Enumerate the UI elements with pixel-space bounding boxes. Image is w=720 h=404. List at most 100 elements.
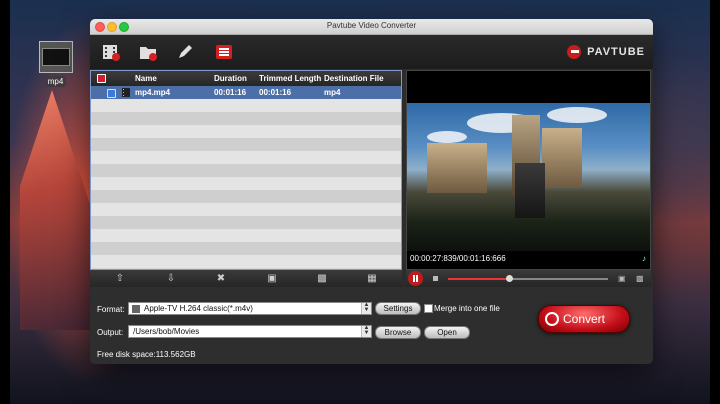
desktop-file-label: mp4	[44, 76, 67, 87]
row-name: mp4.mp4	[135, 88, 171, 97]
empty-row	[91, 242, 401, 255]
video-frame	[407, 103, 650, 251]
close-icon: ✖	[216, 273, 226, 284]
table-row[interactable]: mp4.mp4 00:01:16 00:01:16 mp4	[91, 86, 401, 99]
file-list-toolbar: ⇧ ⇩ ✖ ▣ ▩ ▦	[90, 270, 402, 287]
merge-button[interactable]: ▦	[365, 272, 379, 285]
column-header-duration[interactable]: Duration	[214, 74, 247, 83]
empty-row	[91, 138, 401, 151]
cloud	[427, 131, 467, 143]
stop-button[interactable]	[433, 276, 438, 281]
empty-row	[91, 203, 401, 216]
brand-name: PAVTUBE	[587, 46, 645, 58]
seek-progress	[448, 278, 509, 280]
row-trimmed-length: 00:01:16	[259, 88, 292, 97]
subtitle-button[interactable]: ▩	[315, 272, 329, 285]
desktop-file-icon[interactable]: mp4	[37, 41, 74, 97]
folder-icon: ▩	[636, 274, 644, 283]
mountain-art	[20, 90, 100, 330]
grid-icon: ▦	[367, 273, 377, 284]
preview-pane: 00:00:27:839/00:01:16:666 ♪	[406, 70, 651, 270]
camera-icon: ▣	[618, 274, 626, 283]
monument	[515, 163, 545, 218]
pause-button[interactable]	[408, 271, 423, 286]
row-destination: mp4	[324, 88, 341, 97]
seek-handle[interactable]	[505, 275, 513, 282]
edit-button[interactable]	[174, 41, 196, 63]
move-up-button[interactable]: ⇧	[113, 272, 127, 285]
app-window: Pavtube Video Converter PAVTUBE Name Dur…	[90, 19, 653, 364]
film-add-icon	[103, 45, 120, 61]
output-settings-panel: Format: Apple-TV H.264 classic(*.m4v) ▲ ▼…	[90, 287, 653, 364]
cloud	[547, 107, 607, 123]
snapshot-button[interactable]: ▣	[618, 274, 628, 283]
column-header-name[interactable]: Name	[135, 74, 157, 83]
empty-row	[91, 112, 401, 125]
empty-row	[91, 99, 401, 112]
task-list-button[interactable]	[213, 41, 235, 63]
pencil-icon	[179, 45, 192, 58]
output-path-field[interactable]: /Users/bob/Movies ▲ ▼	[128, 325, 372, 338]
format-value: Apple-TV H.264 classic(*.m4v)	[144, 304, 253, 313]
merge-label: Merge into one file	[434, 304, 500, 313]
empty-row	[91, 125, 401, 138]
output-label: Output:	[97, 328, 124, 337]
select-arrows-icon: ▲ ▼	[361, 302, 371, 314]
open-folder-button[interactable]: ▩	[636, 274, 646, 283]
letterbox-left	[0, 0, 10, 404]
column-header-trimmed-length[interactable]: Trimmed Length	[259, 74, 321, 83]
format-label: Format:	[97, 305, 125, 314]
pavtube-logo-icon	[567, 45, 582, 59]
trash-icon: ▣	[267, 273, 277, 284]
remove-button[interactable]: ✖	[214, 272, 228, 285]
comment-icon: ▩	[317, 273, 327, 284]
output-path-value: /Users/bob/Movies	[133, 327, 200, 336]
empty-row	[91, 164, 401, 177]
empty-row	[91, 229, 401, 242]
open-button[interactable]: Open	[424, 326, 470, 339]
convert-label: Convert	[562, 312, 606, 326]
row-duration: 00:01:16	[214, 88, 247, 97]
delete-button[interactable]: ▣	[265, 272, 279, 285]
seek-slider[interactable]	[448, 275, 608, 282]
folder-add-icon	[140, 47, 157, 61]
add-video-button[interactable]	[100, 41, 122, 63]
column-header-destination[interactable]: Destination File	[324, 74, 384, 83]
convert-icon	[545, 312, 559, 326]
playback-bar: ▣ ▩	[406, 270, 651, 287]
time-readout: 00:00:27:839/00:01:16:666	[410, 254, 506, 263]
load-folder-button[interactable]	[137, 41, 159, 63]
empty-row	[91, 151, 401, 164]
brand: PAVTUBE	[567, 45, 645, 59]
arrow-up-icon: ⇧	[115, 273, 125, 284]
building	[542, 128, 582, 188]
arrow-down-icon: ⇩	[166, 273, 176, 284]
settings-button[interactable]: Settings	[375, 302, 421, 315]
screen: mp4 Pavtube Video Converter PAVTUBE Name…	[0, 0, 720, 404]
format-select[interactable]: Apple-TV H.264 classic(*.m4v) ▲ ▼	[128, 302, 372, 315]
toolbar: PAVTUBE	[90, 35, 653, 69]
building	[427, 143, 487, 193]
apple-tv-icon	[132, 305, 140, 313]
free-disk-space: Free disk space:113.562GB	[97, 350, 196, 359]
convert-button[interactable]: Convert	[538, 305, 630, 333]
empty-row	[91, 216, 401, 229]
empty-row	[91, 190, 401, 203]
file-list-header: Name Duration Trimmed Length Destination…	[91, 71, 401, 86]
empty-row	[91, 177, 401, 190]
select-all-checkbox[interactable]	[97, 74, 106, 83]
browse-button[interactable]: Browse	[375, 326, 421, 339]
volume-icon[interactable]: ♪	[642, 254, 646, 263]
move-down-button[interactable]: ⇩	[164, 272, 178, 285]
file-list: Name Duration Trimmed Length Destination…	[90, 70, 402, 270]
letterbox-right	[710, 0, 720, 404]
title-bar: Pavtube Video Converter	[90, 19, 653, 35]
empty-row	[91, 255, 401, 268]
row-checkbox[interactable]	[107, 89, 116, 98]
video-file-icon	[38, 41, 73, 73]
merge-checkbox[interactable]	[424, 304, 433, 313]
window-title: Pavtube Video Converter	[326, 21, 417, 30]
select-arrows-icon: ▲ ▼	[361, 325, 371, 337]
film-icon	[122, 88, 130, 97]
list-icon	[216, 45, 232, 59]
